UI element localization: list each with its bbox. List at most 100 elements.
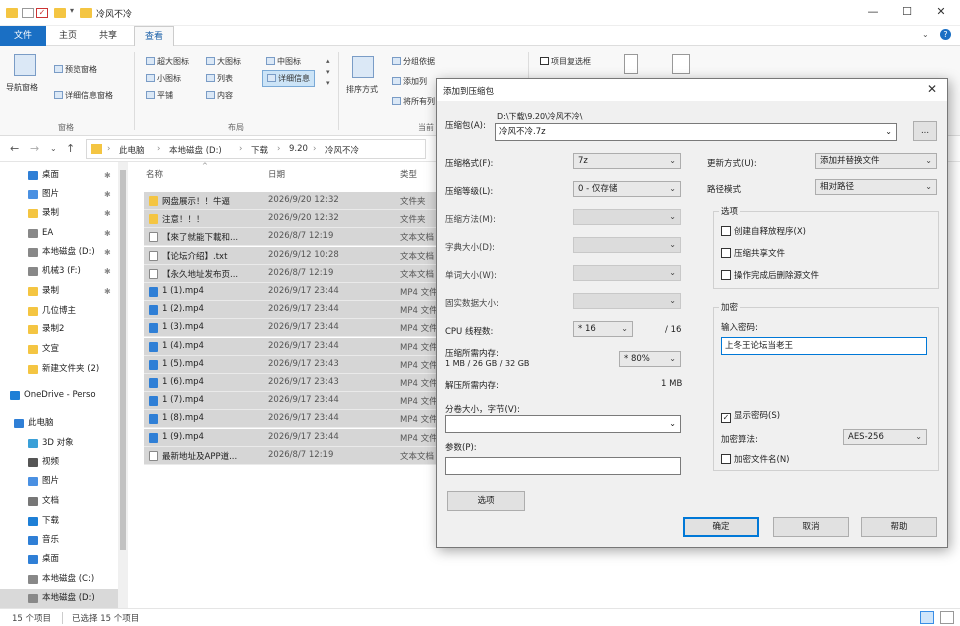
nav-item[interactable]: 下载	[0, 512, 118, 531]
column-name[interactable]: 名称	[146, 168, 163, 180]
ok-button[interactable]: 确定	[683, 517, 759, 537]
help-button[interactable]: 帮助	[861, 517, 937, 537]
crumb-9-20[interactable]: 9.20	[289, 144, 308, 154]
cpu-select[interactable]: * 16 ⌄	[573, 321, 633, 337]
update-select[interactable]: 添加并替换文件 ⌄	[815, 153, 937, 169]
table-row[interactable]: 1 (7).mp4 2026/9/17 23:44 MP4 文件	[144, 392, 436, 411]
large-icons-view-icon[interactable]	[940, 611, 954, 624]
group-by-button[interactable]: 分组依据	[392, 56, 435, 67]
nav-item[interactable]: 桌面	[0, 550, 118, 569]
layout-details[interactable]: 详细信息	[262, 70, 315, 87]
maximize-button[interactable]: ☐	[890, 0, 924, 26]
shared-files-checkbox[interactable]: 压缩共享文件	[721, 247, 785, 259]
nav-item[interactable]: EA ✱	[0, 224, 118, 243]
pin-icon[interactable]: ✱	[104, 185, 111, 204]
layout-small-icons[interactable]: 小图标	[146, 73, 181, 84]
table-row[interactable]: 1 (5).mp4 2026/9/17 23:43 MP4 文件	[144, 355, 436, 374]
recent-chevron-icon[interactable]: ⌄	[50, 144, 57, 153]
pin-icon[interactable]: ✱	[104, 282, 111, 301]
layout-extra-large-icons[interactable]: 超大图标	[146, 56, 189, 67]
format-select[interactable]: 7z ⌄	[573, 153, 681, 169]
mem-percent-select[interactable]: * 80% ⌄	[619, 351, 681, 367]
table-row[interactable]: 1 (2).mp4 2026/9/17 23:44 MP4 文件	[144, 301, 436, 320]
table-row[interactable]: 1 (4).mp4 2026/9/17 23:44 MP4 文件	[144, 337, 436, 356]
nav-item[interactable]: 此电脑	[0, 414, 118, 433]
crumb-drive-d[interactable]: 本地磁盘 (D:)	[169, 144, 222, 156]
crumb-downloads[interactable]: 下载	[251, 144, 268, 156]
level-select[interactable]: 0 - 仅存储 ⌄	[573, 181, 681, 197]
table-row[interactable]: 最新地址及APP道... 2026/8/7 12:19 文本文档	[144, 446, 436, 465]
enc-method-select[interactable]: AES-256 ⌄	[843, 429, 927, 445]
nav-item[interactable]: 机械3 (F:) ✱	[0, 262, 118, 281]
add-columns-button[interactable]: 添加列	[392, 76, 427, 87]
nav-item[interactable]: 几位博主	[0, 302, 118, 321]
layout-medium-icons[interactable]: 中图标	[266, 56, 301, 67]
options-icon[interactable]	[672, 54, 690, 74]
customize-toolbar-icon[interactable]: ▾	[70, 6, 74, 15]
method-select[interactable]: ⌄	[573, 209, 681, 225]
encrypt-names-checkbox[interactable]: 加密文件名(N)	[721, 453, 790, 465]
pin-icon[interactable]: ✱	[104, 243, 111, 262]
item-checkbox-toggle[interactable]: 项目复选框	[540, 56, 591, 67]
password-input[interactable]: 上冬王论坛当老王	[721, 337, 927, 355]
up-arrow-icon[interactable]: ↑	[66, 142, 75, 155]
cancel-button[interactable]: 取消	[773, 517, 849, 537]
table-row[interactable]: 【论坛介绍】.txt 2026/9/12 10:28 文本文档	[144, 246, 436, 265]
close-button[interactable]: ✕	[924, 0, 958, 26]
nav-pane-icon[interactable]	[14, 54, 36, 76]
table-row[interactable]: 【永久地址发布页... 2026/8/7 12:19 文本文档	[144, 264, 436, 283]
layout-scroll-arrows[interactable]: ▴ ▾ ▾	[326, 56, 330, 89]
preview-pane-button[interactable]: 预览窗格	[54, 64, 97, 75]
crumb-current-folder[interactable]: 冷风不冷	[325, 144, 359, 156]
nav-item[interactable]: 图片	[0, 472, 118, 491]
sort-by-button[interactable]: 排序方式	[346, 84, 378, 95]
new-folder-icon[interactable]	[54, 8, 66, 18]
dict-select[interactable]: ⌄	[573, 237, 681, 253]
layout-tiles[interactable]: 平铺	[146, 90, 173, 101]
table-row[interactable]: 1 (1).mp4 2026/9/17 23:44 MP4 文件	[144, 283, 436, 301]
nav-item[interactable]: 本地磁盘 (C:)	[0, 570, 118, 589]
help-icon[interactable]: ?	[940, 29, 951, 40]
nav-item[interactable]: 桌面 ✱	[0, 166, 118, 185]
dialog-close-icon[interactable]: ✕	[927, 82, 937, 96]
crumb-this-pc[interactable]: 此电脑	[119, 144, 145, 156]
options-button[interactable]: 选项	[447, 491, 525, 511]
nav-item[interactable]: 新建文件夹 (2)	[0, 360, 118, 379]
table-row[interactable]: 【來了就能下載和... 2026/8/7 12:19 文本文档	[144, 228, 436, 247]
nav-item[interactable]: 音乐	[0, 531, 118, 550]
table-row[interactable]: 注意！！！ 2026/9/20 12:32 文件夹	[144, 210, 436, 229]
word-select[interactable]: ⌄	[573, 265, 681, 281]
table-row[interactable]: 网盘展示！！牛逼 2026/9/20 12:32 文件夹	[144, 192, 436, 210]
nav-item[interactable]: 3D 对象	[0, 434, 118, 453]
nav-item[interactable]: 文档	[0, 492, 118, 511]
pin-icon[interactable]: ✱	[104, 204, 111, 223]
pin-icon[interactable]: ✱	[104, 166, 111, 185]
nav-item[interactable]: 文宣	[0, 340, 118, 359]
path-mode-select[interactable]: 相对路径 ⌄	[815, 179, 937, 195]
show-password-checkbox[interactable]: ✓ 显示密码(S)	[721, 409, 780, 423]
split-input[interactable]: ⌄	[445, 415, 681, 433]
layout-large-icons[interactable]: 大图标	[206, 56, 241, 67]
table-row[interactable]: 1 (9).mp4 2026/9/17 23:44 MP4 文件	[144, 428, 436, 447]
archive-name-input[interactable]: 冷风不冷.7z ⌄	[495, 123, 897, 141]
nav-item[interactable]: 图片 ✱	[0, 185, 118, 204]
properties-icon[interactable]	[22, 8, 34, 18]
layout-content[interactable]: 内容	[206, 90, 233, 101]
tab-share[interactable]: 共享	[90, 26, 126, 46]
pin-icon[interactable]: ✱	[104, 224, 111, 243]
delete-after-checkbox[interactable]: 操作完成后删除源文件	[721, 269, 819, 281]
checklist-icon[interactable]: ✓	[36, 8, 48, 18]
tab-file[interactable]: 文件	[0, 26, 46, 46]
minimize-button[interactable]: —	[856, 0, 890, 26]
nav-item[interactable]: 录制 ✱	[0, 282, 118, 301]
sfx-checkbox[interactable]: 创建自释放程序(X)	[721, 225, 806, 237]
table-row[interactable]: 1 (3).mp4 2026/9/17 23:44 MP4 文件	[144, 319, 436, 338]
back-arrow-icon[interactable]: ←	[10, 142, 19, 155]
details-pane-button[interactable]: 详细信息窗格	[54, 90, 113, 101]
nav-pane-button[interactable]: 导航窗格	[6, 82, 38, 93]
nav-scrollbar-thumb[interactable]	[120, 170, 126, 550]
chevron-down-icon[interactable]: ⌄	[885, 124, 892, 140]
collapse-ribbon-icon[interactable]: ⌄	[922, 30, 929, 39]
pin-icon[interactable]: ✱	[104, 262, 111, 281]
details-view-icon[interactable]	[920, 611, 934, 624]
